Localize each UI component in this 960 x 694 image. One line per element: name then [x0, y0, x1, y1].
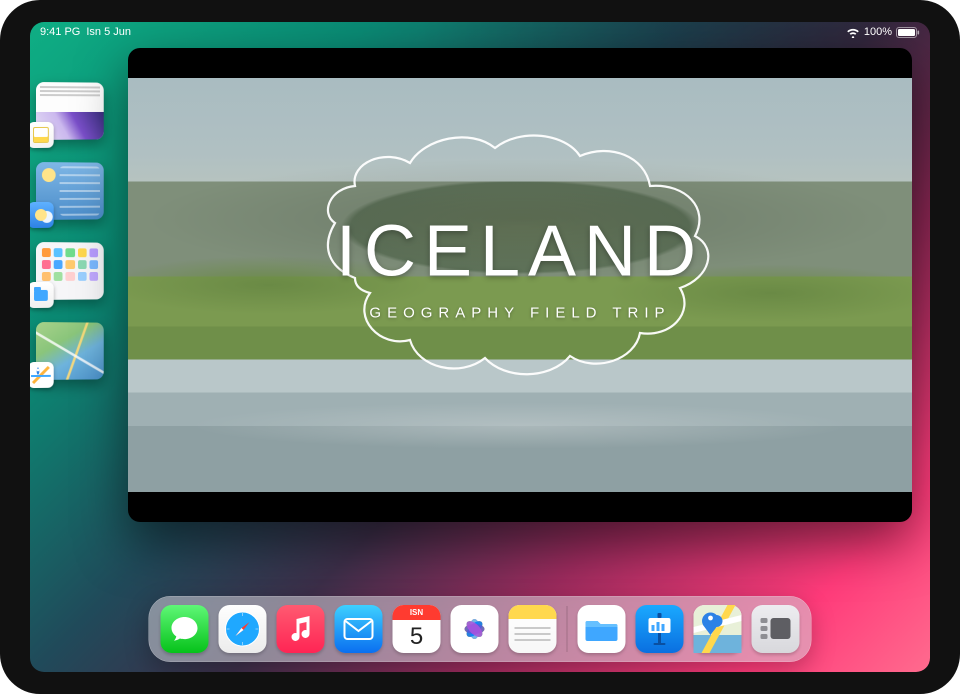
dock-app-stage-manager[interactable] — [752, 605, 800, 653]
stage-manager-stack — [36, 82, 116, 380]
dock-app-photos[interactable] — [451, 605, 499, 653]
dock-app-mail[interactable] — [335, 605, 383, 653]
dock-separator — [567, 606, 568, 652]
calendar-day-label: ISN — [393, 605, 441, 620]
dock-app-keynote[interactable] — [636, 605, 684, 653]
keynote-window[interactable]: ICELAND GEOGRAPHY FIELD TRIP — [128, 48, 912, 522]
stage-thumb-files[interactable] — [36, 242, 104, 300]
notes-icon — [30, 122, 54, 148]
wifi-icon — [846, 27, 860, 38]
dock-app-notes[interactable] — [509, 605, 557, 653]
dock-app-music[interactable] — [277, 605, 325, 653]
dock-app-maps[interactable] — [694, 605, 742, 653]
status-bar: 9:41 PG Isn 5 Jun 100% — [40, 26, 920, 38]
status-date: Isn 5 Jun — [86, 26, 131, 38]
status-battery-text: 100% — [864, 26, 892, 38]
dock-app-safari[interactable] — [219, 605, 267, 653]
slide-subtitle: GEOGRAPHY FIELD TRIP — [128, 305, 912, 322]
dock: ISN 5 — [149, 596, 812, 662]
stage-thumb-maps[interactable] — [36, 322, 104, 380]
slide-title: ICELAND — [128, 211, 912, 293]
calendar-day-number: 5 — [393, 620, 441, 653]
files-icon — [30, 282, 54, 308]
weather-icon — [30, 202, 54, 228]
stage-thumb-notes[interactable] — [36, 82, 104, 140]
battery-icon — [896, 27, 920, 38]
dock-app-messages[interactable] — [161, 605, 209, 653]
dock-app-files[interactable] — [578, 605, 626, 653]
maps-icon — [30, 362, 54, 388]
stage-thumb-weather[interactable] — [36, 162, 104, 220]
dock-app-calendar[interactable]: ISN 5 — [393, 605, 441, 653]
ipad-frame: 9:41 PG Isn 5 Jun 100% — [0, 0, 960, 694]
ipad-screen: 9:41 PG Isn 5 Jun 100% — [30, 22, 930, 672]
status-time: 9:41 PG — [40, 26, 80, 38]
